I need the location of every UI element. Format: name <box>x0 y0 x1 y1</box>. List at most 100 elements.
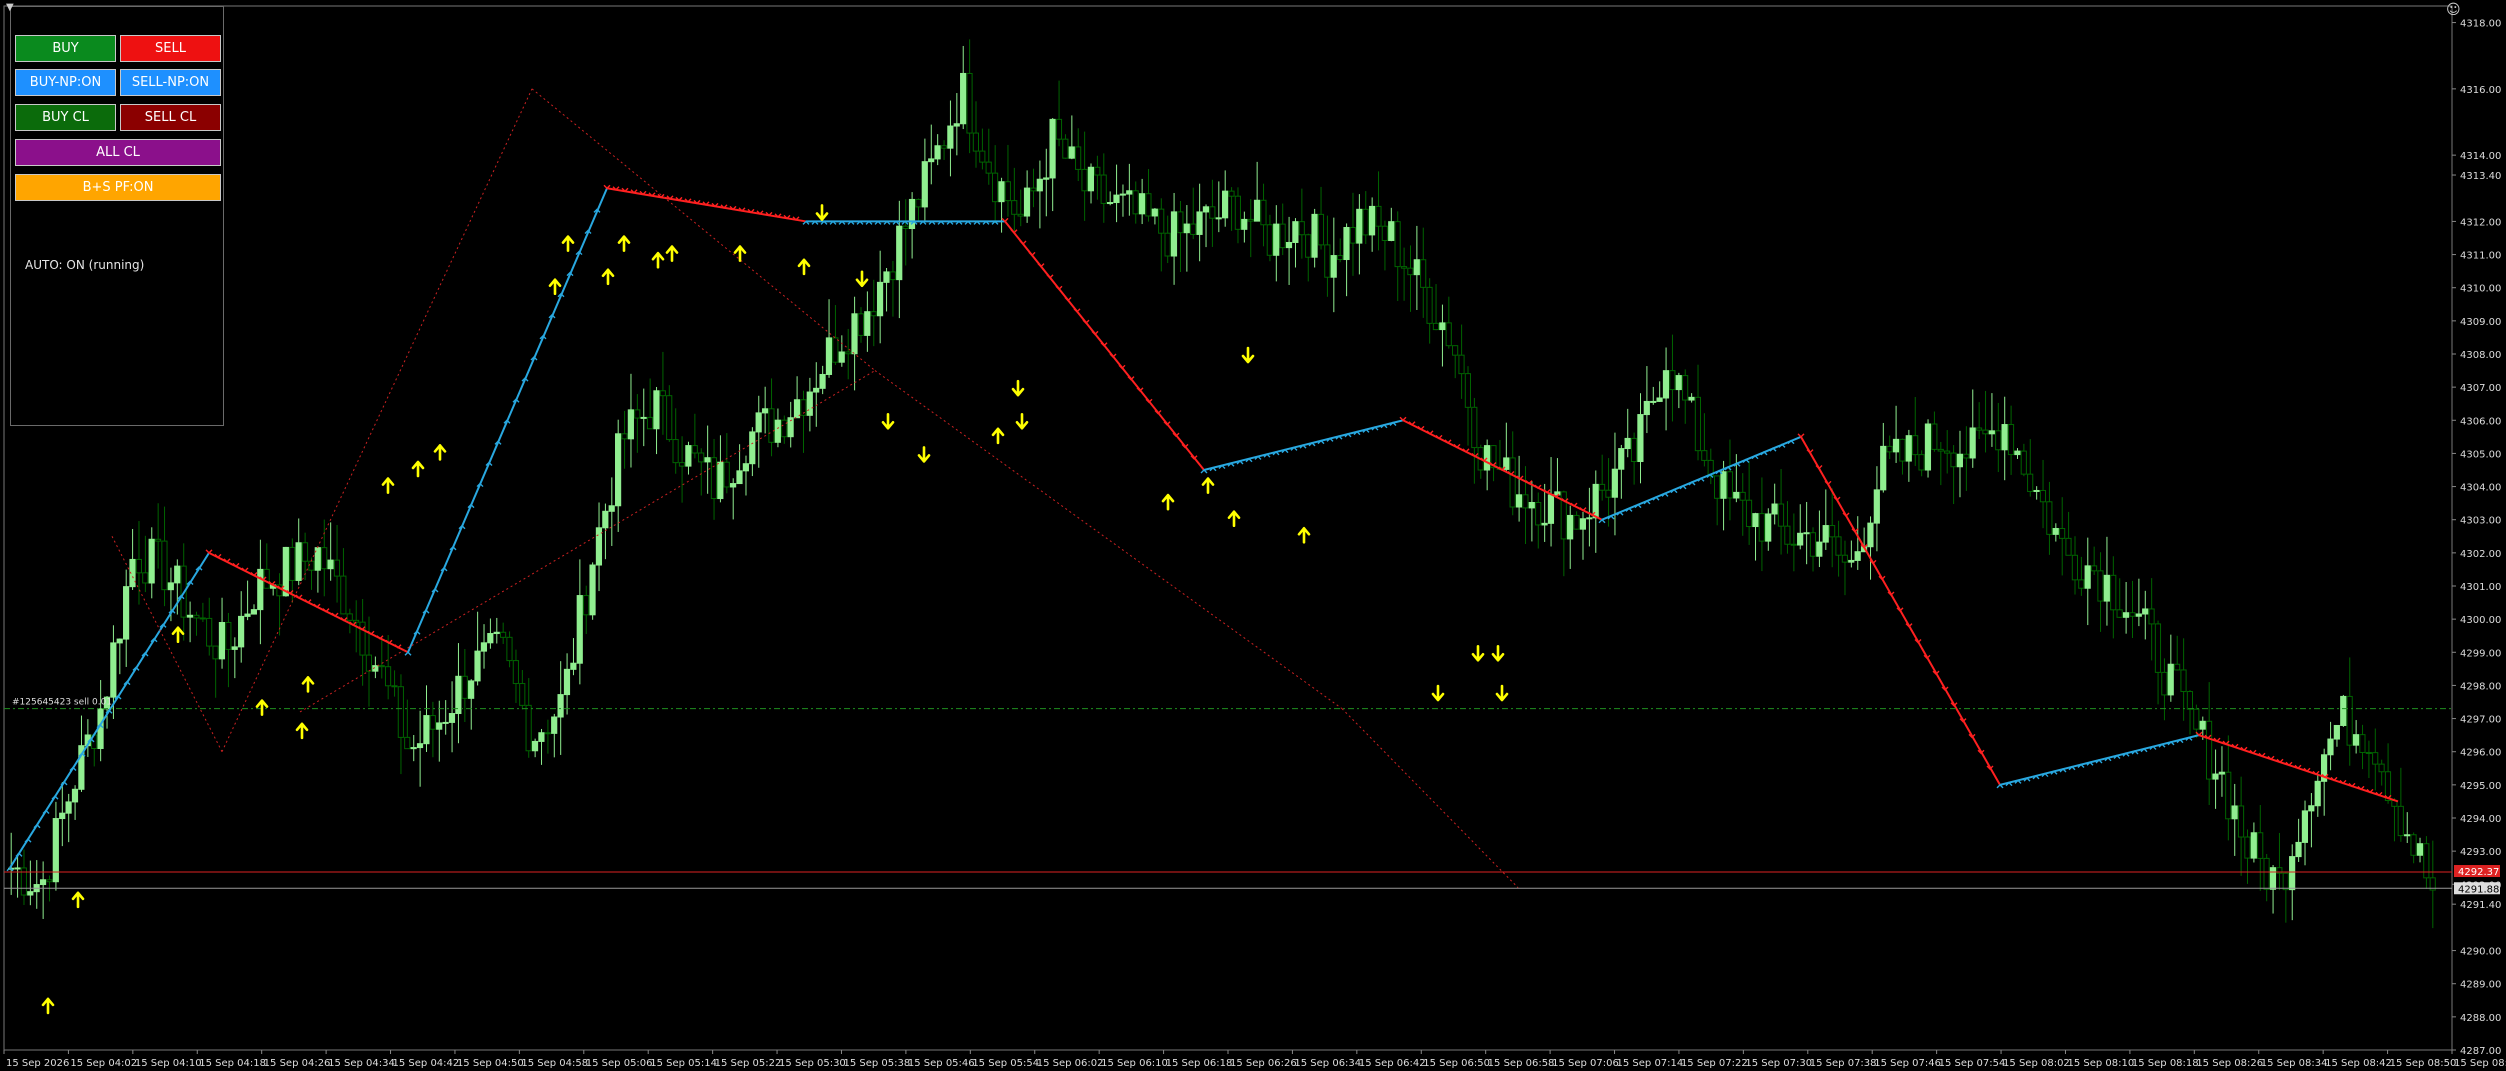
candle-body <box>1273 223 1280 256</box>
candle-body <box>1982 429 1989 435</box>
buy-signal-arrow-icon <box>301 676 315 693</box>
time-axis-label: 15 Sep 05:30 <box>779 1058 846 1069</box>
price-chart[interactable]: 4318.00 4316.00 4314.00 4313.40 4312.00 4311.… <box>0 0 2506 1071</box>
price-axis-label: 4318.00 <box>2460 19 2501 30</box>
price-axis-label: 4309.00 <box>2460 317 2501 328</box>
buy-np-button[interactable]: BUY-NP:ON <box>15 69 116 96</box>
all-close-button[interactable]: ALL CL <box>15 139 221 166</box>
candle-body <box>755 412 762 433</box>
candle-body <box>199 617 206 620</box>
candle-body <box>928 158 935 163</box>
candle-body <box>2365 751 2372 754</box>
buy-signal-arrow-icon <box>1227 510 1241 528</box>
candle-body <box>806 391 813 416</box>
candle-body <box>384 666 392 687</box>
candle-body <box>2314 780 2321 807</box>
candle-body <box>1292 221 1299 243</box>
buy-signal-arrow-icon <box>255 699 269 716</box>
candle-body <box>602 510 609 529</box>
candle-body <box>1017 213 1024 217</box>
candle-body <box>308 560 315 571</box>
time-axis-label: 15 Sep 08:34 <box>2261 1058 2328 1069</box>
candle-body <box>1126 190 1133 195</box>
current-price-tag-text: 4291.88 <box>2458 884 2499 895</box>
candle-body <box>135 558 142 574</box>
candle-body <box>2212 773 2219 780</box>
candle-body <box>448 713 456 723</box>
time-axis-label: 15 Sep 07:46 <box>1874 1058 1941 1069</box>
time-axis-label: 15 Sep 04:02 <box>70 1058 137 1069</box>
candle-body <box>1420 259 1427 288</box>
candle-body <box>1541 522 1548 526</box>
candle-body <box>250 609 257 615</box>
price-axis-label: 4288.00 <box>2460 1013 2501 1024</box>
candle-body <box>14 867 21 870</box>
sell-signal-arrow-icon <box>815 204 829 221</box>
candle-body <box>65 801 72 814</box>
candle-body <box>1528 502 1535 509</box>
candle-body <box>378 665 385 668</box>
sell-button[interactable]: SELL <box>120 35 221 62</box>
candle-body <box>499 631 507 638</box>
sell-np-button[interactable]: SELL-NP:ON <box>120 69 221 96</box>
buy-close-button[interactable]: BUY CL <box>15 104 116 131</box>
candle-body <box>2269 867 2277 890</box>
candle-body <box>768 408 775 443</box>
candle-body <box>1055 118 1063 140</box>
buy-signal-arrow-icon <box>561 235 575 252</box>
trade-panel: BUY SELL BUY-NP:ON SELL-NP:ON BUY CL SEL… <box>10 6 224 426</box>
candle-body <box>2333 724 2340 740</box>
candle-body <box>2308 805 2315 812</box>
buy-signal-arrow-icon <box>548 278 562 296</box>
candle-body <box>429 715 436 730</box>
price-axis-label: 4316.00 <box>2460 85 2501 96</box>
candle-body <box>678 462 686 467</box>
candle-body <box>1068 146 1075 159</box>
buy-signal-arrow-icon <box>433 444 447 461</box>
buy-signal-arrow-icon <box>295 722 309 740</box>
price-axis-label: 4313.40 <box>2460 171 2501 182</box>
candle-body <box>1081 168 1088 192</box>
candle-body <box>2046 501 2053 535</box>
candle-body <box>512 660 519 685</box>
candle-body <box>2205 720 2213 780</box>
candle-body <box>1049 118 1056 179</box>
buy-signal-arrow-icon <box>381 477 395 494</box>
candle-body <box>781 419 788 438</box>
buy-button[interactable]: BUY <box>15 35 116 62</box>
candle-body <box>774 419 781 443</box>
price-axis-label: 4293.00 <box>2460 847 2501 858</box>
candle-body <box>813 387 820 393</box>
candle-body <box>921 161 928 208</box>
candle-body <box>1656 397 1663 402</box>
candle-body <box>282 546 289 597</box>
candle-body <box>1975 427 1983 431</box>
candle-body <box>1241 218 1248 230</box>
candle-body <box>295 542 302 581</box>
candle-body <box>979 150 986 163</box>
candle-body <box>819 373 826 389</box>
candle-body <box>621 433 628 440</box>
candle-body <box>889 271 896 281</box>
candle-body <box>1931 423 1938 450</box>
candle-body <box>685 445 692 467</box>
time-axis-label: 15 Sep 07:22 <box>1681 1058 1748 1069</box>
candle-body <box>1119 193 1126 196</box>
candle-body <box>206 617 213 647</box>
candle-body <box>71 788 79 803</box>
price-axis-label: 4287.00 <box>2460 1046 2501 1057</box>
candle-body <box>493 631 500 635</box>
both-profit-button[interactable]: B+S PF:ON <box>15 174 221 201</box>
price-axis-label: 4298.00 <box>2460 681 2501 692</box>
symbol-dropdown-icon[interactable]: ▼ <box>6 2 14 13</box>
candle-body <box>1330 255 1337 278</box>
candle-body <box>557 694 564 718</box>
candle-body <box>985 161 992 174</box>
price-axis-label: 4303.00 <box>2460 516 2501 527</box>
candle-body <box>1694 396 1702 452</box>
candle-body <box>2039 489 2047 503</box>
sell-close-button[interactable]: SELL CL <box>120 104 221 131</box>
trail-down-chevron <box>205 549 213 554</box>
candle-body <box>1586 517 1593 520</box>
candle-body <box>1432 322 1440 331</box>
